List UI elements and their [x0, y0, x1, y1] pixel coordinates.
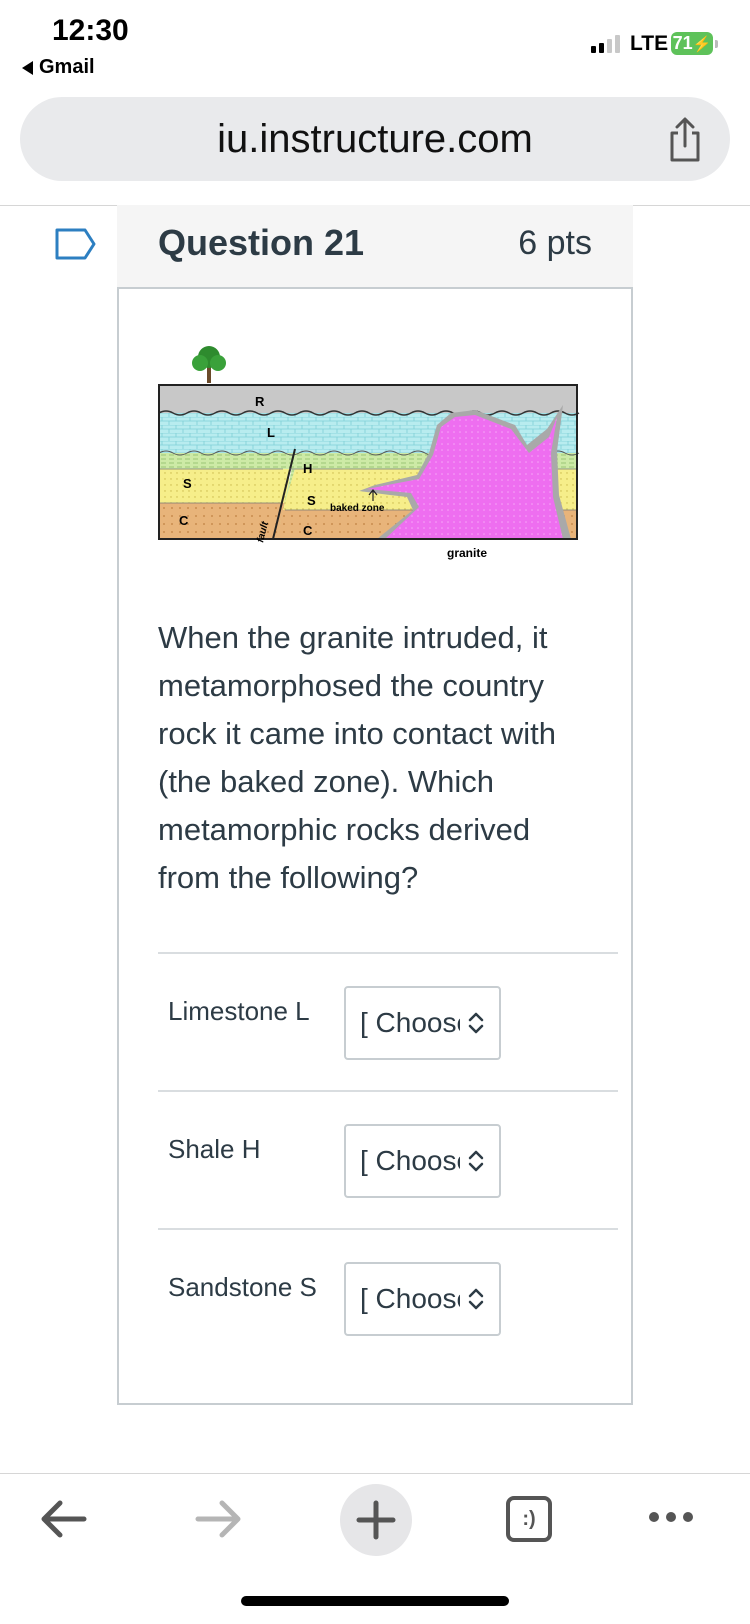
back-triangle-icon — [22, 60, 33, 75]
back-to-app-link[interactable]: Gmail — [22, 56, 95, 79]
question-text: When the granite intruded, it metamorpho… — [158, 620, 556, 895]
divider — [158, 1090, 618, 1092]
divider — [0, 1473, 750, 1474]
tabs-label: :) — [522, 1507, 536, 1530]
battery-level: 71 — [672, 33, 693, 53]
match-label-shale: Shale H — [168, 1134, 261, 1164]
home-indicator — [241, 1596, 509, 1606]
battery-tip — [715, 40, 718, 48]
question-title: Question 21 — [158, 222, 365, 263]
select-value: [ Choose ] — [360, 1007, 460, 1038]
select-chevron-icon — [468, 1012, 484, 1034]
divider — [158, 1228, 618, 1230]
status-time: 12:30 — [52, 14, 129, 47]
forward-arrow-icon[interactable] — [194, 1497, 244, 1546]
tree-icon — [192, 346, 226, 383]
label-granite: granite — [447, 546, 487, 560]
match-label-limestone: Limestone L — [168, 996, 310, 1026]
back-app-label: Gmail — [39, 56, 95, 78]
match-label-sandstone: Sandstone S — [168, 1272, 317, 1302]
select-chevron-icon — [468, 1288, 484, 1310]
geology-cross-section-diagram: R L H S S C C fault baked zone granite — [145, 345, 605, 590]
address-url[interactable]: iu.instructure.com — [20, 97, 730, 181]
label-C-left: C — [179, 513, 189, 528]
label-baked-zone: baked zone — [330, 503, 385, 514]
label-R: R — [255, 394, 265, 409]
divider — [158, 952, 618, 954]
signal-strength-icon — [591, 35, 620, 53]
label-S-mid: S — [307, 493, 316, 508]
network-type: LTE — [630, 32, 669, 55]
tabs-button[interactable]: :) — [506, 1496, 552, 1542]
match-select-shale[interactable]: [ Choose ] — [344, 1124, 501, 1198]
select-chevron-icon — [468, 1150, 484, 1172]
label-L: L — [267, 425, 275, 440]
select-value: [ Choose ] — [360, 1283, 460, 1314]
more-icon[interactable] — [648, 1510, 694, 1529]
label-H: H — [303, 461, 312, 476]
share-icon[interactable] — [665, 116, 705, 164]
plus-icon — [355, 1499, 397, 1546]
back-arrow-icon[interactable] — [38, 1497, 88, 1546]
flag-question-icon[interactable] — [55, 228, 97, 265]
match-select-limestone[interactable]: [ Choose ] — [344, 986, 501, 1060]
label-S-left: S — [183, 476, 192, 491]
label-C-mid: C — [303, 523, 313, 538]
match-select-sandstone[interactable]: [ Choose ] — [344, 1262, 501, 1336]
select-value: [ Choose ] — [360, 1145, 460, 1176]
battery-icon: 71 ⚡ — [671, 32, 713, 55]
question-points: 6 pts — [518, 224, 592, 262]
